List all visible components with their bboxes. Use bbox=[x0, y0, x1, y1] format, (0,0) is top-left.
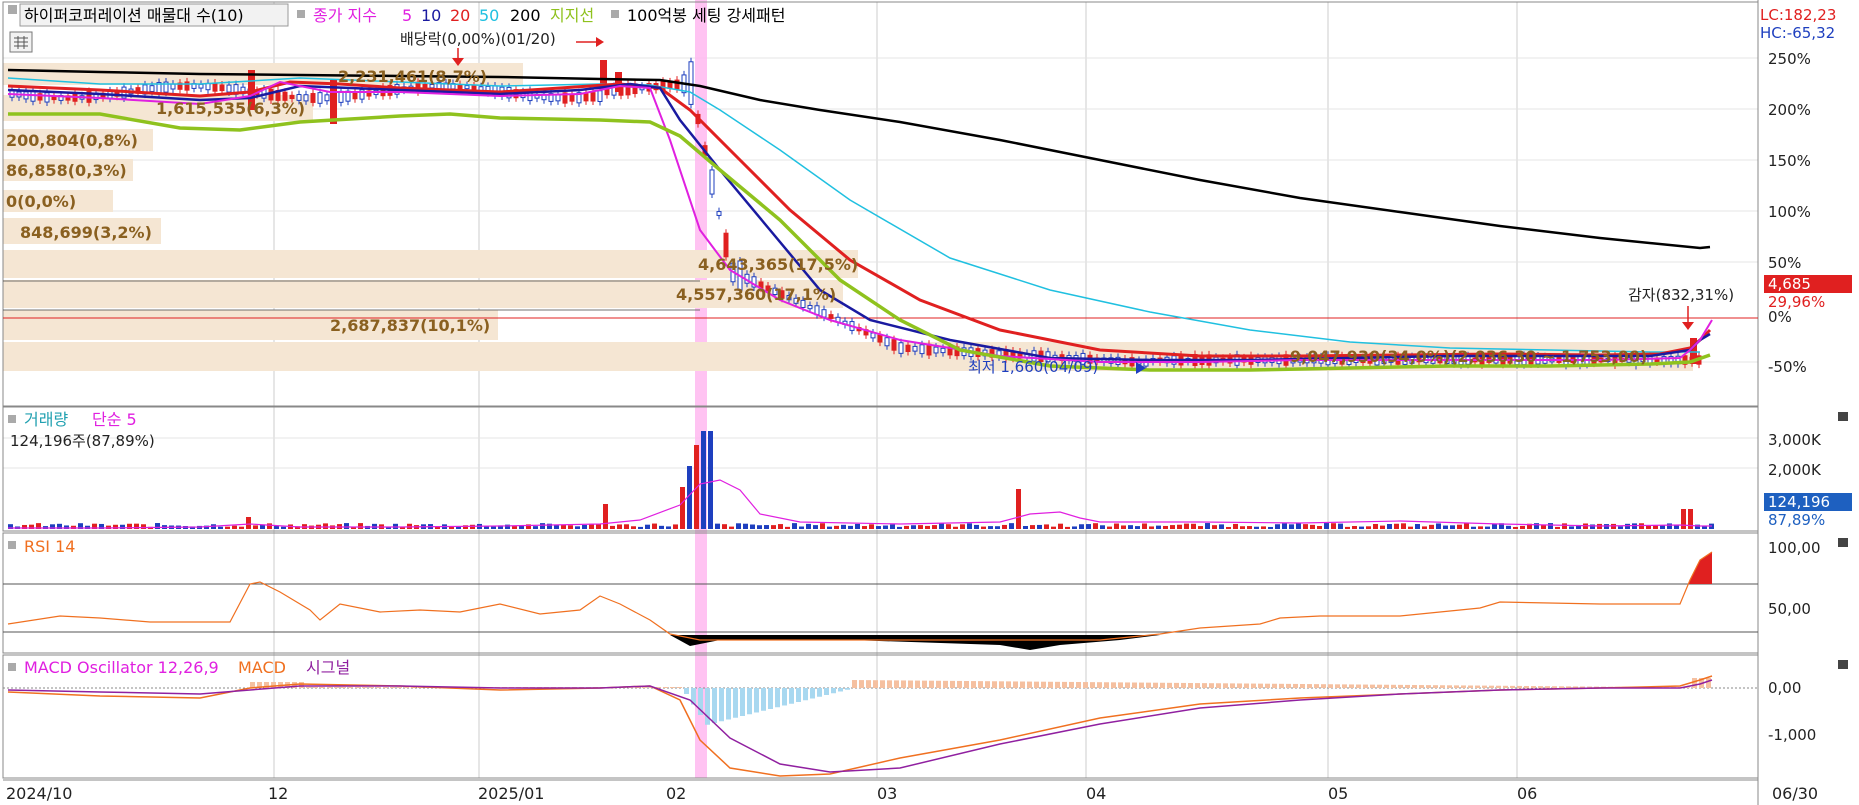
x-axis: 2024/10 12 2025/01 02 03 04 05 06 06/30 bbox=[3, 779, 1818, 803]
legend-toggle-icon bbox=[297, 10, 305, 18]
x-tick: 06/30 bbox=[1772, 784, 1818, 803]
volume-ma-label: 단순 5 bbox=[92, 410, 137, 429]
macd-osc-title: MACD Oscillator 12,26,9 bbox=[24, 658, 219, 677]
price-axis: LC:182,23 HC:-65,32 250% 200% 150% 100% … bbox=[1760, 6, 1852, 376]
legend-toggle-icon bbox=[611, 10, 619, 18]
min-price-label: 최저 1,660(04/09) bbox=[968, 358, 1098, 376]
volume-ma5-line bbox=[8, 479, 1712, 529]
rsi-overbought-fill bbox=[1688, 552, 1712, 584]
legend-ma20: 20 bbox=[450, 6, 470, 25]
capital-reduction-label: 감자(832,31%) bbox=[1628, 286, 1734, 304]
hc-value: HC:-65,32 bbox=[1760, 24, 1835, 42]
volume-current-pct: 87,89% bbox=[1768, 511, 1825, 529]
y-tick: 2,000K bbox=[1768, 461, 1822, 479]
y-tick: 250% bbox=[1768, 50, 1811, 68]
y-tick: 0,00 bbox=[1768, 679, 1801, 697]
profile-label: 2,231,461(8,7%) bbox=[338, 67, 487, 86]
macd-header: MACD Oscillator 12,26,9 MACD 시그널 0,00 -1… bbox=[8, 658, 1848, 744]
x-tick: 05 bbox=[1328, 784, 1348, 803]
y-tick: 200% bbox=[1768, 101, 1811, 119]
profile-label: 9,047,930(34,0%)(2,036,30 ~ 1,753,00) bbox=[1290, 347, 1647, 366]
profile-label: 0(0,0%) bbox=[6, 192, 76, 211]
panel-toggle-icon[interactable] bbox=[8, 5, 17, 14]
x-tick: 2024/10 bbox=[6, 784, 72, 803]
y-tick: -1,000 bbox=[1768, 726, 1816, 744]
profile-label: 4,643,365(17,5%) bbox=[698, 255, 858, 274]
legend-ma50: 50 bbox=[479, 6, 499, 25]
signal-line bbox=[7, 679, 1713, 773]
profile-label: 86,858(0,3%) bbox=[6, 161, 127, 180]
rsi-title: RSI 14 bbox=[24, 537, 75, 556]
current-pct: 29,96% bbox=[1768, 293, 1825, 311]
legend-ma200: 200 bbox=[510, 6, 541, 25]
x-tick: 06 bbox=[1517, 784, 1537, 803]
profile-label: 200,804(0,8%) bbox=[6, 131, 138, 150]
macd-oscillator-bars bbox=[250, 678, 1711, 725]
volume-current: 124,196 bbox=[1768, 493, 1830, 511]
dividend-annotation: 배당락(0,00%)(01/20) bbox=[400, 30, 556, 48]
legend-close: 종가 지수 bbox=[313, 6, 377, 25]
volume-value: 124,196주(87,89%) bbox=[10, 432, 155, 450]
rsi-header: RSI 14 100,00 50,00 bbox=[8, 537, 1848, 618]
y-tick: 3,000K bbox=[1768, 431, 1822, 449]
x-tick: 12 bbox=[268, 784, 288, 803]
panel-toggle-icon bbox=[8, 541, 16, 549]
lc-value: LC:182,23 bbox=[1760, 6, 1836, 24]
chart-header: 하이퍼코퍼레이션 매물대 수(10) 종가 지수 5 10 20 50 200 … bbox=[8, 3, 785, 53]
profile-label: 848,699(3,2%) bbox=[20, 223, 152, 242]
legend-support: 지지선 bbox=[550, 6, 594, 25]
x-tick: 04 bbox=[1086, 784, 1106, 803]
svg-text:종가 지수 5 10 2: 종가 지수 5 10 20 50 200 지지선 100억봉 세팅 강세패턴 bbox=[313, 6, 785, 25]
y-tick: -50% bbox=[1768, 358, 1807, 376]
profile-label: 1,615,535(6,3%) bbox=[156, 99, 305, 118]
volume-bars bbox=[8, 431, 1714, 529]
legend-ma10: 10 bbox=[421, 6, 441, 25]
right-arrow-icon bbox=[596, 37, 604, 47]
legend-pattern: 100억봉 세팅 강세패턴 bbox=[627, 6, 785, 25]
capital-reduction-arrow-icon bbox=[1682, 322, 1694, 330]
y-tick: 100,00 bbox=[1768, 539, 1821, 557]
x-tick: 03 bbox=[877, 784, 897, 803]
panel-toggle-icon bbox=[8, 663, 16, 671]
macd-label: MACD bbox=[238, 658, 286, 677]
volume-title: 거래량 bbox=[24, 410, 68, 429]
y-tick: 50% bbox=[1768, 254, 1801, 272]
y-tick: 50,00 bbox=[1768, 600, 1811, 618]
stock-chart[interactable]: 배당락(0,00%)(01/20) 최저 1,660(04/09) 감자(832… bbox=[0, 0, 1859, 805]
panel-toggle-icon bbox=[8, 415, 16, 423]
table-view-icon[interactable] bbox=[9, 31, 33, 53]
profile-label: 2,687,837(10,1%) bbox=[330, 316, 490, 335]
x-tick: 2025/01 bbox=[478, 784, 544, 803]
legend-ma5: 5 bbox=[402, 6, 412, 25]
chart-title: 하이퍼코퍼레이션 매물대 수(10) bbox=[24, 6, 244, 25]
close-panel-icon[interactable] bbox=[1838, 660, 1848, 669]
close-panel-icon[interactable] bbox=[1838, 538, 1848, 547]
volume-header: 거래량 단순 5 124,196주(87,89%) 3,000K 2,000K … bbox=[8, 410, 1852, 529]
current-price: 4,685 bbox=[1768, 275, 1811, 293]
close-panel-icon[interactable] bbox=[1838, 412, 1848, 421]
x-tick: 02 bbox=[666, 784, 686, 803]
y-tick: 150% bbox=[1768, 152, 1811, 170]
signal-label: 시그널 bbox=[306, 658, 350, 677]
profile-label: 4,557,360(17,1%) bbox=[676, 285, 836, 304]
y-tick: 100% bbox=[1768, 203, 1811, 221]
rsi-line bbox=[7, 551, 1713, 641]
